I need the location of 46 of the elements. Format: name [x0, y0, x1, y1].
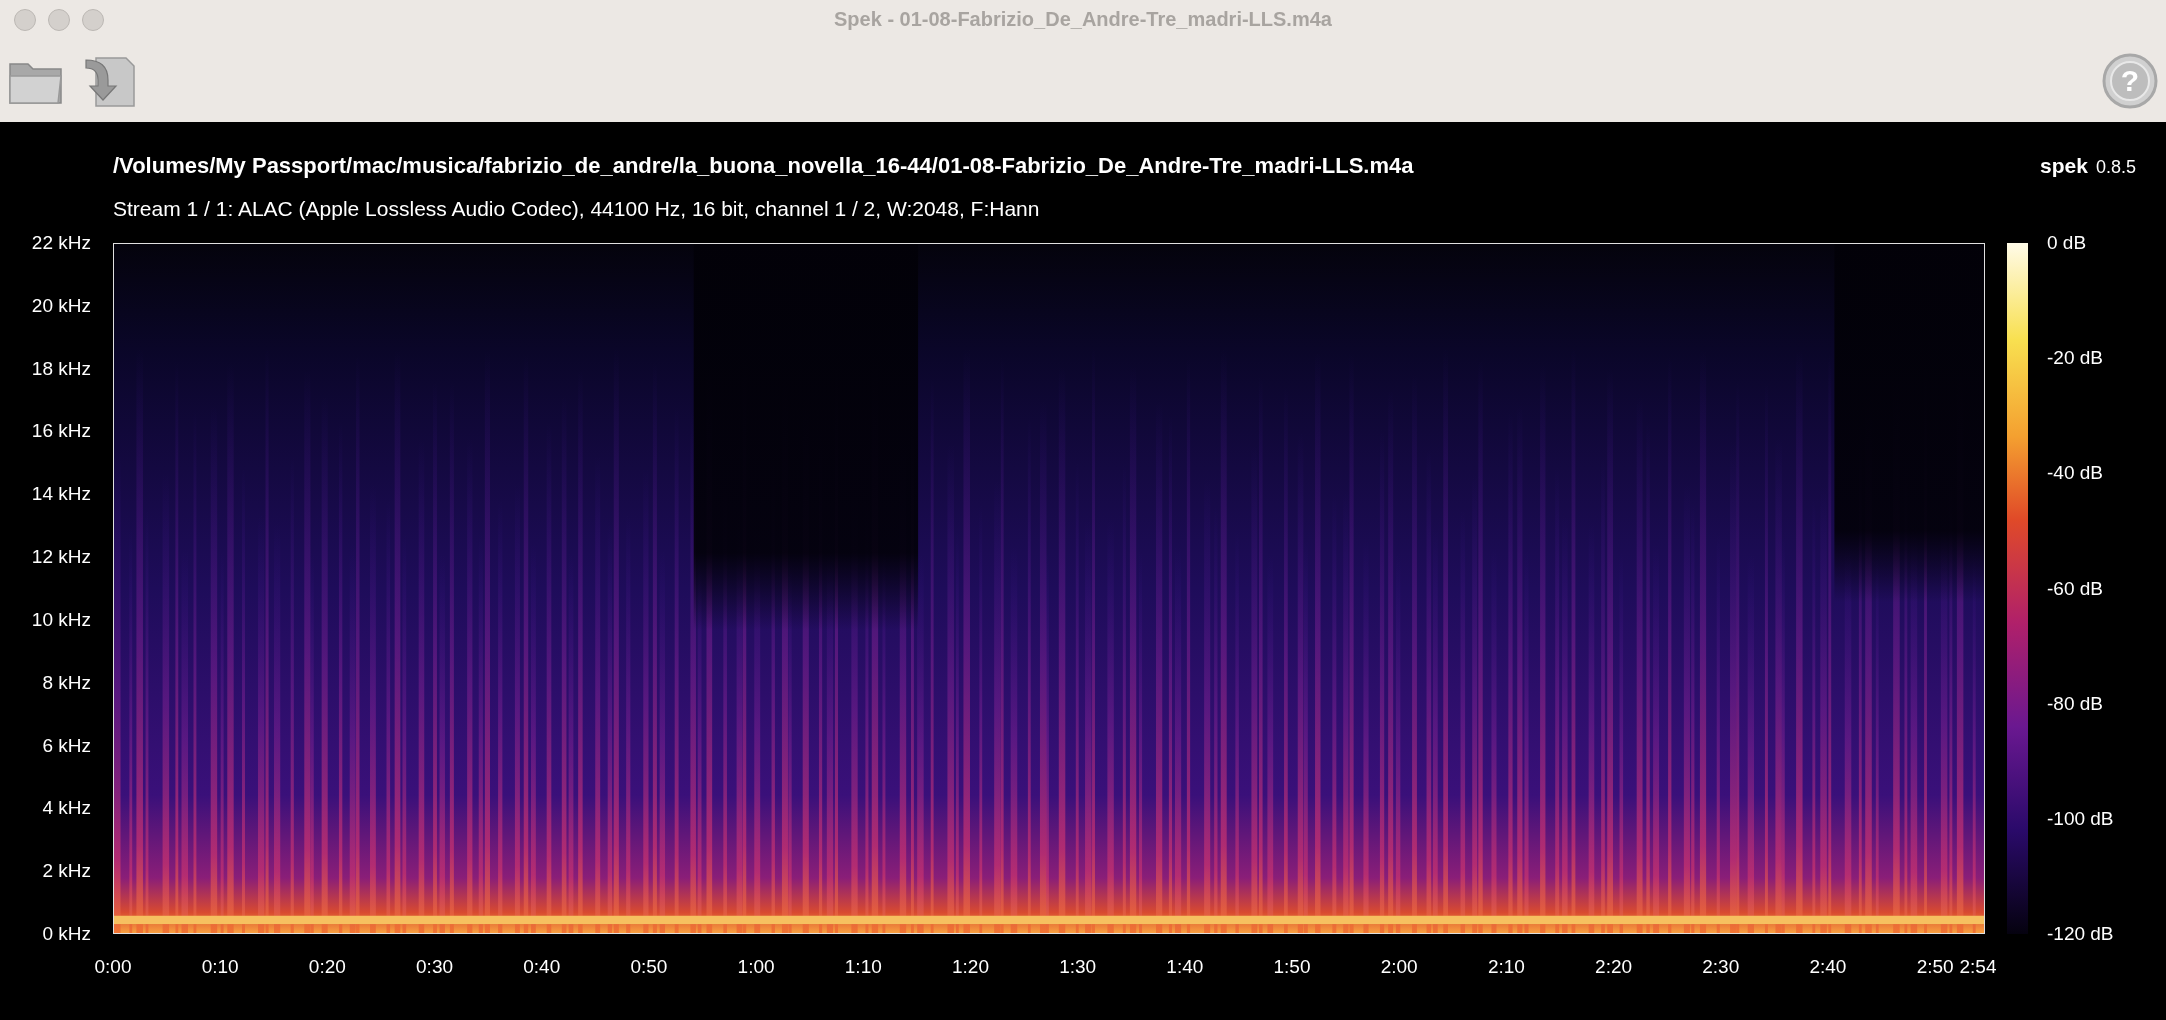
frequency-label: 14 kHz: [31, 483, 91, 506]
window-title: Spek - 01-08-Fabrizio_De_Andre-Tre_madri-LLS.m4a: [833, 8, 1333, 31]
time-label: 0:20: [308, 956, 346, 978]
close-button[interactable]: [14, 8, 36, 31]
frequency-label: 12 kHz: [31, 546, 91, 569]
level-label: -100 dB: [2047, 807, 2114, 830]
frequency-label: 2 kHz: [42, 860, 91, 883]
frequency-label: 6 kHz: [42, 734, 91, 757]
frequency-label: 20 kHz: [31, 294, 91, 317]
time-label: 0:10: [201, 956, 239, 978]
frequency-label: 10 kHz: [31, 608, 91, 631]
time-label: 2:54: [1959, 956, 1997, 978]
frequency-label: 4 kHz: [42, 797, 91, 820]
app-name: spek: [2040, 154, 2088, 177]
file-path: /Volumes/My Passport/mac/musica/fabrizio_de_andre/la_buona_novella_16-44/01-08-Fabrizio_De_Andre-Tre_madri-LLS.m4a: [113, 153, 1415, 179]
level-label: -80 dB: [2047, 692, 2103, 715]
frequency-label: 16 kHz: [31, 420, 91, 443]
minimize-button[interactable]: [48, 8, 70, 31]
frequency-label: 0 kHz: [42, 923, 91, 945]
level-label: -40 dB: [2047, 462, 2103, 485]
time-label: 2:40: [1809, 956, 1847, 978]
level-label: -60 dB: [2047, 577, 2103, 600]
time-label: 1:50: [1273, 956, 1311, 978]
frequency-label: 22 kHz: [31, 232, 91, 254]
stream-info: Stream 1 / 1: ALAC (Apple Lossless Audio Codec), 44100 Hz, 16 bit, channel 1 / 2, W:2048, F:Hann: [112, 197, 1041, 222]
time-label: 0:30: [416, 956, 454, 978]
app-version: 0.8.5: [2095, 157, 2136, 177]
time-label: 2:10: [1487, 956, 1525, 978]
level-label: -20 dB: [2047, 347, 2103, 370]
time-label: 2:20: [1595, 956, 1633, 978]
time-label: 1:10: [844, 956, 882, 978]
time-label: 0:00: [94, 956, 132, 978]
level-label: -120 dB: [2047, 923, 2114, 945]
zoom-button[interactable]: [82, 8, 104, 31]
frequency-label: 18 kHz: [31, 357, 91, 380]
time-label: 0:50: [630, 956, 668, 978]
time-label: 1:40: [1166, 956, 1204, 978]
time-label: 2:30: [1702, 956, 1740, 978]
time-label: 0:40: [523, 956, 561, 978]
time-label: 2:00: [1380, 956, 1418, 978]
time-label: 2:50: [1916, 956, 1954, 978]
time-label: 1:30: [1059, 956, 1097, 978]
time-label: 1:00: [737, 956, 775, 978]
frequency-label: 8 kHz: [42, 671, 91, 694]
time-label: 1:20: [952, 956, 989, 978]
level-label: 0 dB: [2047, 232, 2087, 254]
